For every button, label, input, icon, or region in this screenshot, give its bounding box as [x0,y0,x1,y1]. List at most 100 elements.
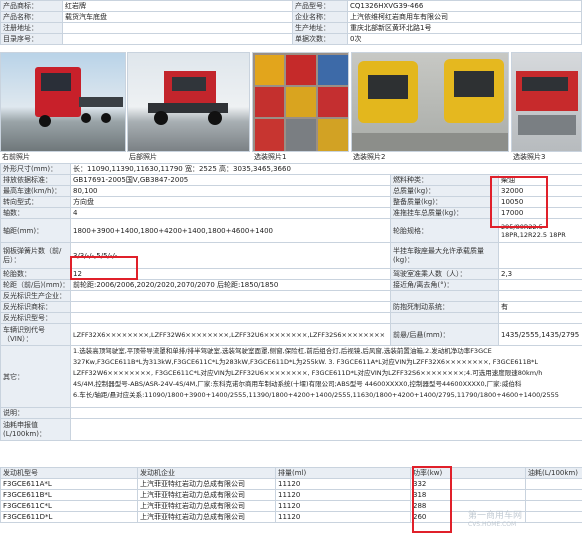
brand-value: 红岩牌 [62,0,293,12]
overhang-label: 前悬/后悬(mm)： [390,323,499,346]
wheelbase-label: 轴距(mm)： [0,218,71,243]
engine-model: F3GCE611A*L [0,478,138,490]
model-value: CQ1326HXVG39-466 [347,0,582,12]
engine-fuel [525,489,582,501]
steering-value: 方向盘 [70,196,391,208]
engine-header-company: 发动机企业 [137,467,276,479]
other-line: LZFF32W6××××××××, F3GCE611C*L对应VIN为LZFF3… [73,369,543,377]
engine-company: 上汽菲亚特红岩动力总成有限公司 [137,489,276,501]
engine-displacement: 11120 [275,511,411,523]
caption-option-3: 选装照片3 [513,153,546,161]
vin-label: 车辆识别代号（VIN）： [0,323,71,346]
axles-label: 轴数： [0,207,71,219]
bill-count-value: 0次 [347,33,582,45]
engine-header-row: 发动机型号 发动机企业 排量(ml) 功率(kw) 油耗(L/100km) [0,467,582,479]
track-value: 前轮距:2006/2006,2020/2020,2070/2070 后轮距:18… [70,279,391,291]
engine-company: 上汽菲亚特红岩动力总成有限公司 [137,511,276,523]
blank-label [390,312,499,324]
emission-label: 排放依据标准： [0,174,71,186]
caption-front-right: 右前照片 [2,153,30,161]
watermark-text: 第一商用车网 [468,511,523,521]
reflector-model-label: 反光标识型号： [0,312,71,324]
photo-front-right[interactable] [0,52,126,152]
other-label: 其它： [0,345,71,408]
highlight-box-masses [490,176,548,228]
abs-label: 防抱死制动系统： [390,301,499,313]
track-label: 轮距（前/后)(mm)： [0,279,71,291]
saddle-mass-value [497,242,582,269]
company-label: 企业名称： [292,11,348,23]
engine-model: F3GCE611B*L [0,489,138,501]
prod-address-value: 重庆北部新区黄环北路1号 [347,22,582,34]
dimensions-label: 外形尺寸(mm)： [0,163,71,175]
other-value: 1.选装高顶驾驶室,平顶带导流罩和单排/排半驾驶室,选装驾驶室面罩,侧窗,保险杠… [69,345,582,408]
photo-option-3[interactable] [511,52,582,152]
engine-displacement: 11120 [275,478,411,490]
engine-model: F3GCE611C*L [0,500,138,512]
vin-value: LZFF32X6××××××××,LZFF32W6××××××××,LZFF32… [70,323,391,346]
table-row: F3GCE611A*L 上汽菲亚特红岩动力总成有限公司 11120 332 [0,478,582,490]
axles-value: 4 [70,207,391,219]
highlight-box-springs [70,256,138,280]
bill-count-label: 单据次数： [292,33,348,45]
approach-label: 接近角/离去角(°)： [390,279,499,291]
curb-mass-label: 整备质量(kg)： [390,196,499,208]
reflector-model-value [70,312,391,324]
other-line: 6.车长/轴距/悬对应关系:11090/1800+3900+1400/2555,… [73,391,559,399]
engine-fuel [525,511,582,523]
catalog-label: 目录序号： [0,33,63,45]
reg-address-label: 注册地址： [0,22,63,34]
fuel-consumption-value [69,418,582,441]
product-name-value: 载货汽车底盘 [62,11,293,23]
brand-label: 产品商标： [0,0,63,12]
engine-header-model: 发动机型号 [0,467,138,479]
cab-seats-value: 2,3 [497,268,582,280]
gross-mass-label: 总质量(kg)： [390,185,499,197]
engine-displacement: 11120 [275,489,411,501]
blank-value [497,312,582,324]
other-line: 327Kw,F3GCE611B*L为313kW,F3GCE611C*L为283k… [73,358,539,366]
wheelbase-value: 1800+3900+1400,1800+4200+1400,1800+4600+… [70,218,391,243]
prod-address-label: 生产地址： [292,22,348,34]
overhang-label-blank [390,290,499,302]
engine-fuel [525,500,582,512]
photo-option-2[interactable] [351,52,509,152]
trailer-mass-label: 准拖挂车总质量(kg)： [390,207,499,219]
catalog-value [62,33,293,45]
photo-strip: 右前照片 后部照片 选装照片1 选装照片2 选装照片3 [0,52,582,162]
other-line: 4S/4M,控制器型号-ABS/ASR-24V-4S/4M,厂家:东科克诺尔商用… [73,380,522,388]
dimensions-value: 长：11090,11390,11630,11790 宽：2525 高：3035,… [69,163,582,175]
engine-displacement: 11120 [275,500,411,512]
abs-value: 有 [497,301,582,313]
watermark-sub: CVS.HOME.COM [468,521,517,528]
caption-rear: 后部照片 [129,153,157,161]
emission-value: GB17691-2005国Ⅴ,GB3847-2005 [70,174,391,186]
company-value: 上汽依维柯红岩商用车有限公司 [347,11,582,23]
highlight-box-power [412,466,452,533]
note-value [69,407,582,419]
engine-header-displacement: 排量(ml) [275,467,411,479]
header-table: 产品商标： 红岩牌 产品型号： CQ1326HXVG39-466 产品名称： 载… [0,0,582,45]
reflector-maker-value [70,290,391,302]
tire-count-label: 轮胎数： [0,268,71,280]
fuel-consumption-label: 油耗申报值(L/100km)： [0,418,71,441]
engine-header-fuel: 油耗(L/100km) [525,467,582,479]
other-line: 1.选装高顶驾驶室,平顶带导流罩和单排/排半驾驶室,选装驾驶室面罩,侧窗,保险杠… [73,347,492,355]
springs-label: 钢板弹簧片数（前/后）： [0,242,71,269]
reflector-brand-label: 反光标识商标： [0,301,71,313]
overhang-value: 1435/2555,1435/2795 [497,323,582,346]
engine-company: 上汽菲亚特红岩动力总成有限公司 [137,478,276,490]
engine-company: 上汽菲亚特红岩动力总成有限公司 [137,500,276,512]
approach-value [497,279,582,291]
max-speed-value: 80,100 [70,185,391,197]
steering-label: 转向型式： [0,196,71,208]
reflector-maker-label: 反光标识生产企业： [0,290,71,302]
photo-option-1[interactable] [252,52,349,152]
engine-fuel [525,478,582,490]
reflector-brand-value [70,301,391,313]
product-name-label: 产品名称： [0,11,63,23]
photo-rear[interactable] [127,52,250,152]
table-row: F3GCE611B*L 上汽菲亚特红岩动力总成有限公司 11120 318 [0,489,582,501]
caption-option-1: 选装照片1 [254,153,287,161]
fuel-label: 燃料种类： [390,174,499,186]
